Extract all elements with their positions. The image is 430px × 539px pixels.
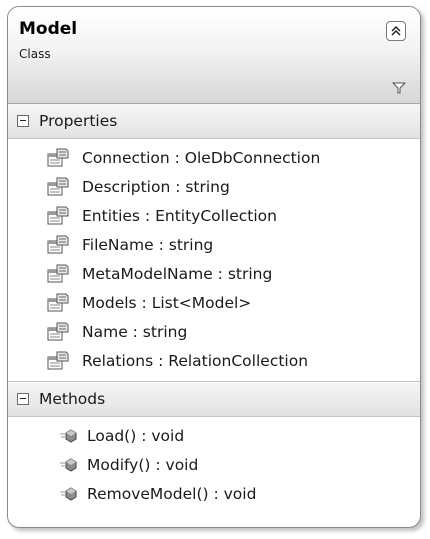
property-item[interactable]: Entities : EntityCollection [8, 201, 420, 230]
class-stereotype: Class [19, 47, 51, 61]
class-header: Model Class [8, 7, 420, 104]
method-icon [60, 457, 77, 472]
property-item[interactable]: Relations : RelationCollection [8, 346, 420, 375]
method-item[interactable]: Modify() : void [8, 450, 420, 479]
property-icon [47, 264, 69, 282]
property-label: FileName : string [82, 235, 214, 254]
property-item[interactable]: MetaModelName : string [8, 259, 420, 288]
class-shape[interactable]: Model Class Properties Connection: OleD… [7, 6, 421, 528]
property-label: Entities : EntityCollection [82, 206, 277, 225]
property-item[interactable]: Description : string [8, 172, 420, 201]
methods-list: Load() : void Modify() : void RemoveMode… [8, 417, 420, 514]
method-label: Load() : void [87, 426, 185, 445]
method-item[interactable]: RemoveModel() : void [8, 479, 420, 508]
methods-section-header[interactable]: Methods [8, 381, 420, 417]
property-icon [47, 148, 69, 166]
properties-label: Properties [39, 112, 118, 130]
property-icon [47, 293, 69, 311]
property-item[interactable]: FileName : string [8, 230, 420, 259]
property-icon [47, 351, 69, 369]
property-icon [47, 177, 69, 195]
filter-icon[interactable] [392, 81, 406, 95]
property-icon [47, 322, 69, 340]
properties-section-header[interactable]: Properties [8, 104, 420, 139]
properties-list: Connection : OleDbConnection Description… [8, 139, 420, 381]
property-item[interactable]: Models : List<Model> [8, 288, 420, 317]
method-item[interactable]: Load() : void [8, 421, 420, 450]
methods-label: Methods [39, 390, 106, 408]
method-label: Modify() : void [87, 455, 199, 474]
property-label: Relations : RelationCollection [82, 351, 309, 370]
property-item[interactable]: Connection : OleDbConnection [8, 143, 420, 172]
class-name: Model [19, 19, 78, 39]
property-label: Name : string [82, 322, 188, 341]
property-label: MetaModelName : string [82, 264, 273, 283]
property-label: Description : string [82, 177, 230, 196]
collapse-button[interactable] [386, 21, 406, 41]
double-chevron-up-icon [391, 25, 401, 36]
property-icon [47, 235, 69, 253]
method-icon [60, 428, 77, 443]
method-label: RemoveModel() : void [87, 484, 257, 503]
property-icon [47, 206, 69, 224]
property-label: Models : List<Model> [82, 293, 252, 312]
minus-icon[interactable] [17, 393, 29, 405]
property-label: Connection : OleDbConnection [82, 148, 321, 167]
minus-icon[interactable] [17, 115, 29, 127]
method-icon [60, 486, 77, 501]
property-item[interactable]: Name : string [8, 317, 420, 346]
